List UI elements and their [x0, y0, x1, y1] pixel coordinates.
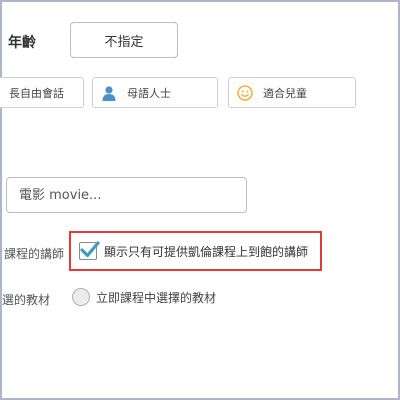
age-label: 年齡	[8, 35, 36, 51]
material-filter-label: 選的教材	[2, 293, 51, 307]
tag-kids-friendly-label: 適合兒童	[263, 86, 307, 100]
unlimited-teacher-checkbox-label: 顯示只有可提供凱倫課程上到飽的講師	[104, 244, 309, 259]
tag-native-speaker-label: 母語人士	[127, 86, 171, 100]
unlimited-teacher-checkbox[interactable]	[79, 241, 100, 260]
person-icon	[101, 85, 117, 101]
tag-native-speaker[interactable]: 母語人士	[92, 77, 218, 108]
age-select-value: 不指定	[104, 34, 144, 50]
tag-free-talk[interactable]: 長自由會話	[0, 77, 84, 108]
unlimited-teacher-option[interactable]: 顯示只有可提供凱倫課程上到飽的講師	[69, 231, 322, 271]
tag-kids-friendly[interactable]: 適合兒童	[228, 77, 356, 108]
material-radio-option[interactable]: 立即課程中選擇的教材	[72, 288, 216, 306]
teacher-filter-label: 課程的講師	[4, 247, 65, 261]
age-select[interactable]: 不指定	[70, 22, 178, 58]
material-radio-button[interactable]	[72, 288, 90, 306]
checkmark-icon	[80, 241, 100, 258]
topic-search-input[interactable]	[6, 177, 247, 213]
material-radio-label: 立即課程中選擇的教材	[96, 290, 217, 305]
tag-free-talk-label: 長自由會話	[9, 86, 64, 100]
smiley-icon	[237, 84, 253, 101]
